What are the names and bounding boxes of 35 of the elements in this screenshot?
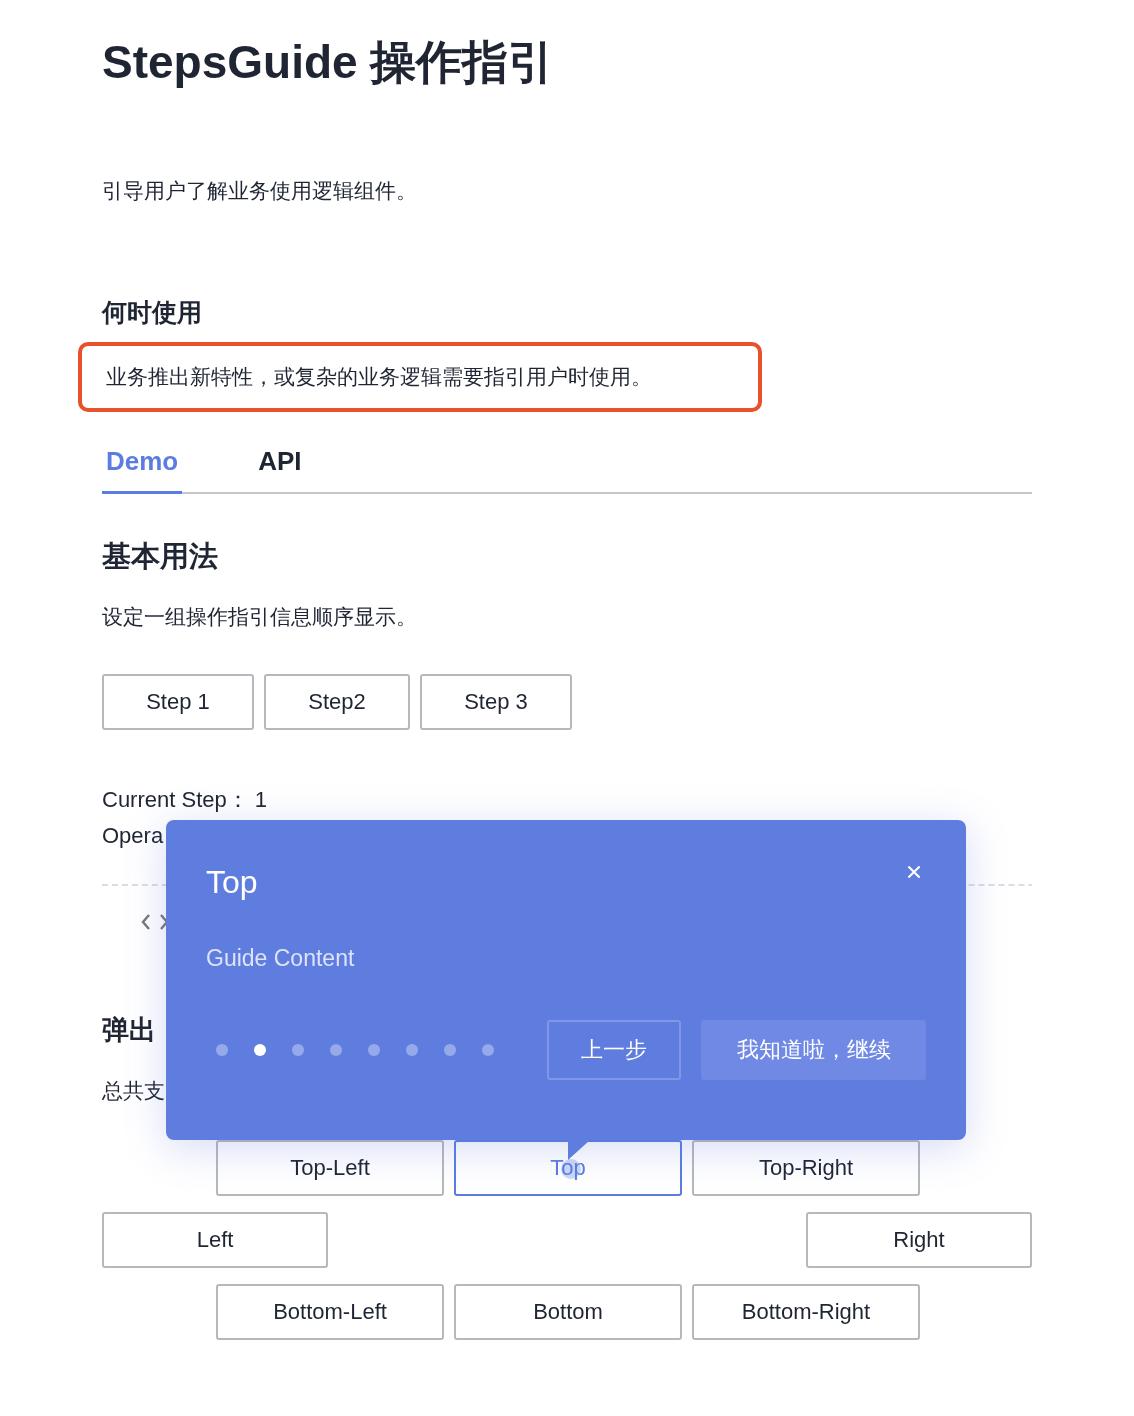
guide-content: Guide Content — [206, 944, 356, 973]
close-icon[interactable] — [906, 864, 922, 880]
beacon-dot — [561, 1159, 581, 1179]
placement-button[interactable]: Left — [102, 1212, 329, 1268]
step-button[interactable]: Step2 — [264, 674, 410, 730]
current-step-text: Current Step： 1 — [102, 786, 269, 814]
step-dot[interactable] — [482, 1044, 494, 1056]
section-heading: 何时使用 — [102, 297, 203, 328]
step-dot[interactable] — [368, 1044, 380, 1056]
operation-text: Opera — [102, 822, 165, 850]
section-text: 总共支 — [102, 1078, 165, 1104]
step-dot[interactable] — [292, 1044, 304, 1056]
section-text: 业务推出新特性，或复杂的业务逻辑需要指引用户时使用。 — [106, 365, 652, 388]
step-button[interactable]: Step 1 — [102, 674, 254, 730]
step-dot[interactable] — [444, 1044, 456, 1056]
section-heading: 基本用法 — [102, 539, 219, 574]
step-button[interactable]: Step 3 — [420, 674, 572, 730]
tab[interactable]: Demo — [102, 432, 183, 494]
placement-button[interactable]: Bottom — [454, 1284, 682, 1340]
page-description: 引导用户了解业务使用逻辑组件。 — [102, 178, 418, 204]
step-dot[interactable] — [330, 1044, 342, 1056]
guide-title: Top — [206, 863, 258, 902]
step-dot[interactable] — [254, 1044, 266, 1056]
placement-button[interactable]: Right — [805, 1212, 1032, 1268]
previous-button[interactable]: 上一步 — [547, 1020, 682, 1080]
step-dot[interactable] — [216, 1044, 228, 1056]
section-text: 设定一组操作指引信息顺序显示。 — [102, 604, 417, 630]
placement-button[interactable]: Bottom-Left — [216, 1284, 444, 1340]
section-heading: 弹出 — [102, 1014, 156, 1047]
step-dot[interactable] — [406, 1044, 418, 1056]
placement-button[interactable]: Bottom-Right — [692, 1284, 920, 1340]
placement-button[interactable]: Top-Left — [216, 1140, 444, 1196]
tab[interactable]: API — [254, 432, 306, 494]
placement-button[interactable]: Top-Right — [692, 1140, 920, 1196]
page-title: StepsGuide 操作指引 — [102, 35, 556, 90]
